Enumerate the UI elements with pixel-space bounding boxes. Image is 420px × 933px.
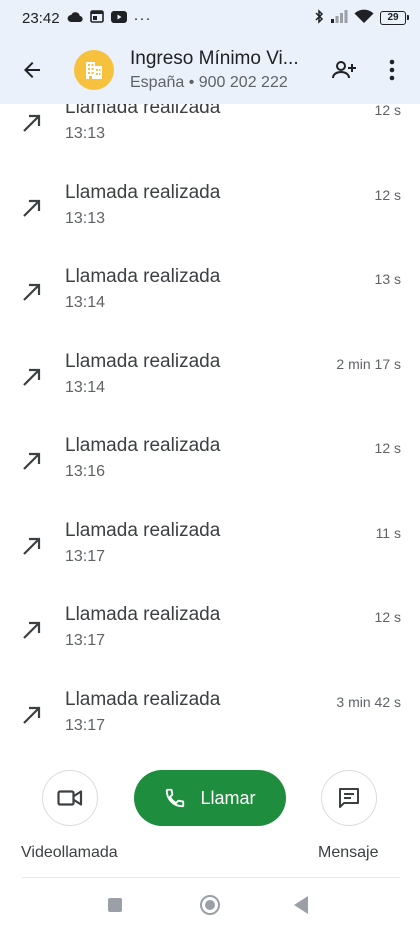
- call-title: Llamada realizada: [65, 351, 221, 372]
- call-duration: 12 s: [374, 609, 401, 625]
- call-time: 13:17: [65, 548, 106, 565]
- message-icon: [339, 788, 359, 808]
- call-duration: 12 s: [374, 104, 401, 118]
- call-title: Llamada realizada: [65, 266, 221, 287]
- call-time: 13:17: [65, 717, 106, 734]
- wifi-icon: [354, 9, 374, 28]
- message-button[interactable]: [321, 770, 377, 826]
- call-time: 13:14: [65, 379, 106, 396]
- call-title: Llamada realizada: [65, 689, 221, 710]
- status-right: 29: [314, 8, 409, 28]
- back-button[interactable]: [0, 36, 64, 104]
- call-duration: 13 s: [374, 271, 401, 287]
- call-row[interactable]: Llamada realizada 13:16 12 s: [0, 435, 420, 519]
- outgoing-call-icon: [23, 114, 41, 132]
- status-left: 23:42 ···: [22, 9, 152, 27]
- recents-button[interactable]: [108, 898, 122, 912]
- call-row[interactable]: Llamada realizada 13:17 3 min 42 s: [0, 689, 420, 750]
- contact-number: España • 900 202 222: [130, 74, 288, 91]
- call-row[interactable]: Llamada realizada 13:14 2 min 17 s: [0, 351, 420, 435]
- outgoing-call-icon: [23, 706, 41, 724]
- message-label: Mensaje: [318, 844, 379, 861]
- phone-icon: [166, 788, 185, 808]
- battery-icon: 29: [380, 11, 409, 25]
- cloud-icon: [67, 10, 83, 27]
- call-time: 13:17: [65, 632, 106, 649]
- call-duration: 12 s: [374, 440, 401, 456]
- status-bar: 23:42 ··· 29: [0, 0, 420, 36]
- arrow-left-icon: [24, 62, 40, 78]
- call-row[interactable]: Llamada realizada 13:17 12 s: [0, 604, 420, 688]
- home-button[interactable]: [200, 895, 220, 915]
- call-time: 13:16: [65, 463, 106, 480]
- contact-avatar[interactable]: [74, 50, 114, 90]
- back-nav-button[interactable]: [294, 896, 308, 914]
- outgoing-call-icon: [23, 452, 41, 470]
- youtube-icon: [110, 10, 127, 27]
- videocam-icon: [57, 790, 83, 806]
- call-duration: 2 min 17 s: [336, 356, 401, 372]
- building-icon: [86, 62, 102, 79]
- call-time: 13:13: [65, 210, 106, 227]
- call-time: 13:13: [65, 125, 106, 142]
- call-duration: 12 s: [374, 187, 401, 203]
- app-header: Ingreso Mínimo Vi... España • 900 202 22…: [0, 36, 420, 104]
- signal-icon: [330, 9, 348, 27]
- outgoing-call-icon: [23, 199, 41, 217]
- call-title: Llamada realizada: [65, 604, 221, 625]
- call-row[interactable]: Llamada realizada 13:13 12 s: [0, 104, 420, 181]
- call-row[interactable]: Llamada realizada 13:13 12 s: [0, 182, 420, 266]
- bluetooth-icon: [314, 8, 324, 28]
- call-history-list[interactable]: Llamada realizada 13:13 12 s Llamada rea…: [0, 104, 420, 750]
- call-row[interactable]: Llamada realizada 13:14 13 s: [0, 266, 420, 350]
- call-row[interactable]: Llamada realizada 13:17 11 s: [0, 520, 420, 604]
- header-actions: [320, 46, 420, 94]
- video-call-label: Videollamada: [21, 844, 118, 861]
- contact-name: Ingreso Mínimo Vi...: [130, 48, 299, 69]
- outgoing-call-icon: [23, 283, 41, 301]
- status-time: 23:42: [22, 9, 60, 27]
- more-indicator: ···: [133, 9, 152, 27]
- call-time: 13:14: [65, 294, 106, 311]
- call-button[interactable]: Llamar: [134, 770, 286, 826]
- call-duration: 11 s: [375, 525, 401, 541]
- call-button-label: Llamar: [200, 787, 256, 808]
- call-title: Llamada realizada: [65, 435, 221, 456]
- actions-bar: Llamar Videollamada Mensaje: [0, 768, 420, 868]
- call-duration: 3 min 42 s: [336, 694, 401, 710]
- video-call-button[interactable]: [42, 770, 98, 826]
- outgoing-call-icon: [23, 621, 41, 639]
- contact-info[interactable]: Ingreso Mínimo Vi... España • 900 202 22…: [130, 48, 306, 92]
- call-title: Llamada realizada: [65, 520, 221, 541]
- navigation-bar: [0, 880, 420, 933]
- more-options-button[interactable]: [368, 46, 416, 94]
- calendar-icon: [89, 9, 104, 27]
- call-title: Llamada realizada: [65, 104, 221, 118]
- call-title: Llamada realizada: [65, 182, 221, 203]
- divider: [22, 877, 400, 878]
- outgoing-call-icon: [23, 537, 41, 555]
- add-contact-button[interactable]: [320, 46, 368, 94]
- more-vert-icon: [389, 59, 395, 81]
- outgoing-call-icon: [23, 368, 41, 386]
- person-add-icon: [332, 61, 356, 79]
